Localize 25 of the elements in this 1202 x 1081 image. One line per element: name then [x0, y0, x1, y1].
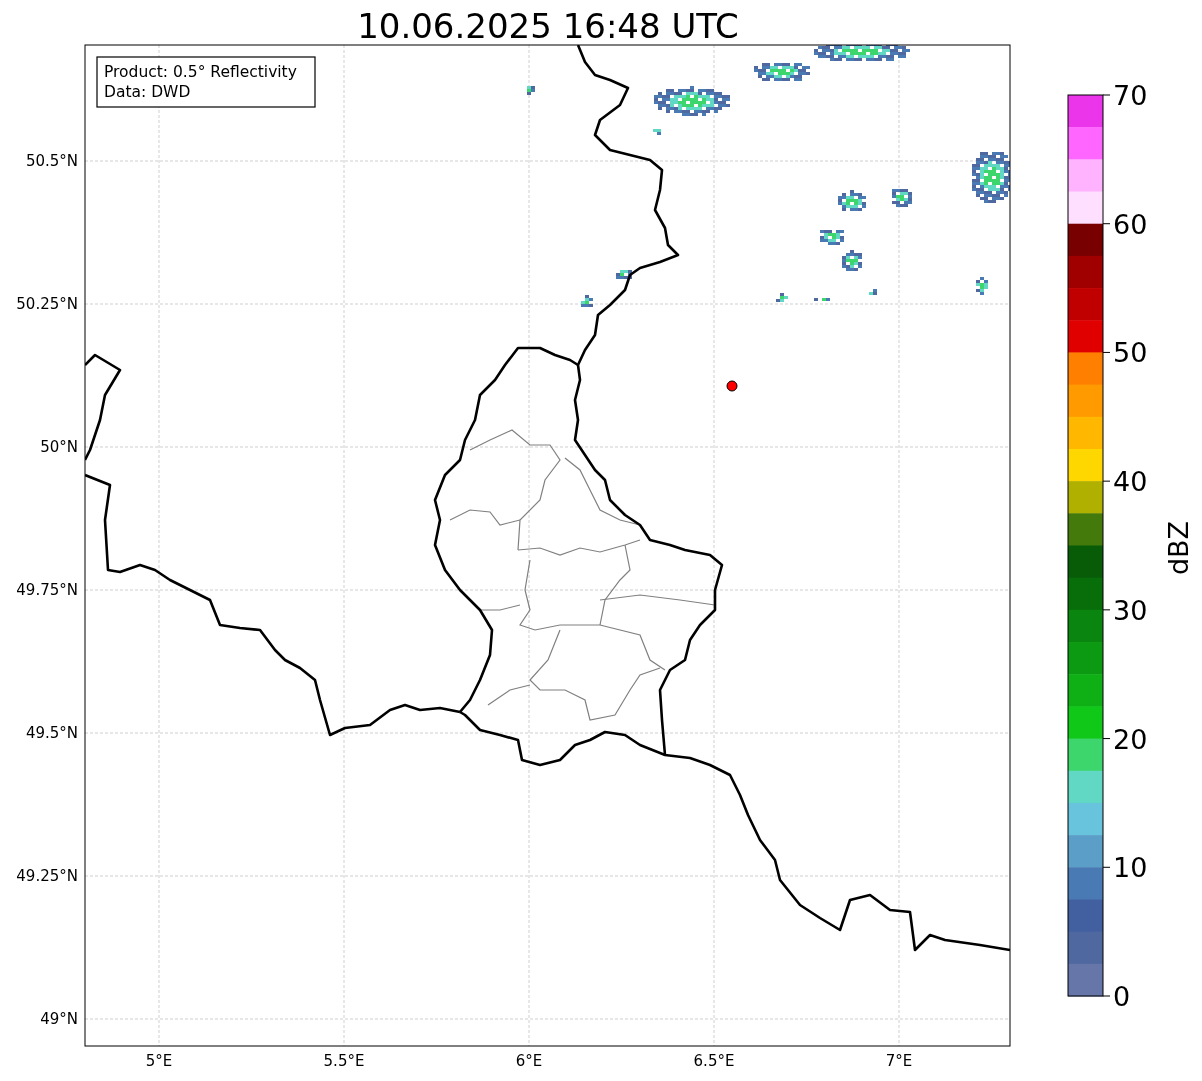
axis-tick-label: 50°N — [40, 438, 78, 456]
colorbar-tick-label: 30 — [1113, 594, 1148, 626]
axis-tick-label: 6°E — [515, 1052, 543, 1070]
colorbar-tick-label: 20 — [1113, 723, 1148, 755]
axis-tick-label: 49.25°N — [16, 867, 78, 885]
colorbar-tick-label: 40 — [1113, 466, 1148, 498]
chart-title: 10.06.2025 16:48 UTC — [357, 6, 739, 46]
info-text: Product: 0.5° Reflectivity — [104, 63, 297, 81]
axis-tick-label: 5°E — [145, 1052, 173, 1070]
axis-tick-label: 50.5°N — [25, 152, 78, 170]
axis-tick-label: 49.75°N — [16, 581, 78, 599]
axis-tick-label: 7°E — [885, 1052, 913, 1070]
axis-tick-label: 5.5°E — [323, 1052, 365, 1070]
station-marker-icon — [726, 380, 738, 392]
colorbar-tick-label: 70 — [1113, 80, 1148, 111]
axis-tick-label: 6.5°E — [693, 1052, 735, 1070]
colorbar-tick-label: 60 — [1113, 208, 1148, 240]
axis-tick-label: 50.25°N — [16, 295, 78, 313]
axis-tick-label: 49°N — [40, 1010, 78, 1028]
info-text: Data: DWD — [104, 83, 191, 101]
colorbar-label: dBZ — [1163, 520, 1194, 576]
colorbar-tick-label: 0 — [1113, 981, 1131, 1012]
colorbar-tick-label: 50 — [1113, 337, 1148, 369]
colorbar-tick-label: 10 — [1113, 852, 1148, 884]
axis-tick-label: 49.5°N — [25, 724, 78, 742]
